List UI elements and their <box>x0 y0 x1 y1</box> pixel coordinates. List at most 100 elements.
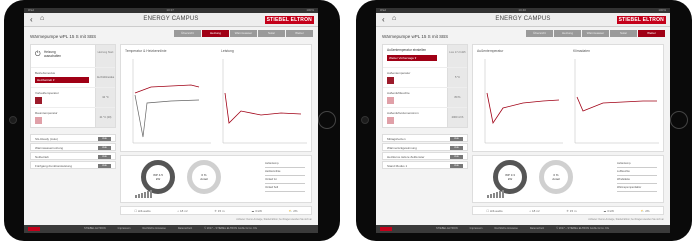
legend-item: Luftfeuchte <box>617 168 657 176</box>
tab-bar: Übersicht Heizung Warmwasser Solar Wette… <box>174 30 313 37</box>
power-line <box>224 92 302 124</box>
mode-row: Betriebsmodus Heizbetrieb ▾ AH Kühlmodus <box>31 67 115 87</box>
audio-item[interactable]: ☐ Hifi-audio <box>134 209 150 213</box>
tab-hot-water[interactable]: Warmwasser <box>582 30 609 37</box>
weather-chart <box>484 59 659 144</box>
footer-link[interactable]: Rechtliche Hinweise <box>494 225 517 233</box>
icon-bar: ☐ Hifi-audio ⌂ 18 m² ✈ 15 m ☁ 3 kW ⛅ 2% <box>472 206 664 215</box>
heatpump-gauge: WP 4.5 kW <box>141 160 175 194</box>
brand-logo: STIEBEL ELTRON <box>264 16 314 24</box>
room-temp-label: Raumtemperatur <box>35 111 58 115</box>
flow-temp-label: Vorlauftemperatur <box>35 91 59 95</box>
room-temp-swatch[interactable] <box>35 117 42 124</box>
footer-brand[interactable]: STIEBEL ELTRON <box>84 225 106 233</box>
tab-weather[interactable]: Wetter <box>286 30 313 37</box>
footer-link[interactable]: Datenschutz <box>530 225 544 233</box>
share-gauge: 0 % Anteil <box>539 160 573 194</box>
mode-dropdown[interactable]: Heizbetrieb ▾ <box>35 77 89 83</box>
footer-link[interactable]: Rechtliche Hinweise <box>142 225 165 233</box>
legend-item: Außentemp. <box>617 160 657 168</box>
mini-bars <box>135 190 152 198</box>
distance-item[interactable]: ✈ 15 m <box>214 209 224 213</box>
screen: iPad 10:40 100% ‹ ⌂ ENERGY CAMPUS STIEBE… <box>376 8 670 233</box>
legend-item: Heizkennlinie <box>265 168 305 176</box>
toggle-label: SG-Ready (Auto) <box>35 137 59 141</box>
home-button[interactable] <box>670 111 688 129</box>
forecast-dropdown[interactable]: Wetter Vorhersage ▾ <box>387 55 437 61</box>
heating-side-status: Heizung Start <box>95 45 115 67</box>
toggle-list: SG-Ready (Auto) Aus Warmwassernutzung Aus … <box>30 134 116 169</box>
footer-link[interactable]: Datenschutz <box>178 225 192 233</box>
gauge-unit: Anteil <box>552 177 560 181</box>
tab-solar[interactable]: Solar <box>610 30 637 37</box>
toggle-button[interactable]: Aus <box>98 163 111 168</box>
outdoor-temp-swatch[interactable] <box>387 77 394 84</box>
icon-bar: ☐ Hifi-audio ⌂ 18 m² ✈ 15 m ☁ 3 kW ⛅ 2% <box>120 206 312 215</box>
power-item[interactable]: ☁ 3 kW <box>251 209 262 213</box>
tablet-right: iPad 10:40 100% ‹ ⌂ ENERGY CAMPUS STIEBE… <box>356 0 692 241</box>
tab-weather[interactable]: Wetter <box>638 30 665 37</box>
tab-bar: Übersicht Heizung Warmwasser Solar Wette… <box>526 30 665 37</box>
mode-value: AH Kühlmodus <box>95 68 115 87</box>
toggle-button[interactable]: Aus <box>450 154 463 159</box>
toggle-row: Stand Modus 1 Aus <box>382 161 468 169</box>
toggle-row: Heizkurve tiefere Zeitfenster Aus <box>382 152 468 160</box>
temperature-chart <box>132 59 307 144</box>
tab-solar[interactable]: Solar <box>258 30 285 37</box>
mini-bars <box>487 190 504 198</box>
legend-item: Vorlauf Soll <box>265 184 305 192</box>
footer-link[interactable]: Impressum <box>470 225 483 233</box>
audio-item[interactable]: ☐ Hifi-audio <box>486 209 502 213</box>
airflow-swatch[interactable] <box>387 117 394 124</box>
area-item[interactable]: ⌂ 18 m² <box>529 209 539 213</box>
power-item[interactable]: ☁ 3 kW <box>603 209 614 213</box>
toggle-label: Warmwassernutzung <box>35 146 64 150</box>
share-gauge: 0 % Anteil <box>187 160 221 194</box>
flow-temp-row: Vorlauftemperatur 34 °C <box>31 87 115 107</box>
toggle-button[interactable]: Aus <box>450 145 463 150</box>
toggle-button[interactable]: Aus <box>450 136 463 141</box>
toggle-button[interactable]: Aus <box>450 163 463 168</box>
tab-overview[interactable]: Übersicht <box>526 30 553 37</box>
top-nav: ‹ ⌂ ENERGY CAMPUS STIEBEL ELTRON <box>24 13 318 27</box>
humidity-swatch[interactable] <box>387 97 394 104</box>
toggle-row: Wärmerückgewinnung Aus <box>382 143 468 151</box>
curve-line <box>134 94 200 138</box>
weather-item[interactable]: ⛅ 2% <box>289 209 298 213</box>
tab-overview[interactable]: Übersicht <box>174 30 201 37</box>
footer-link[interactable]: Impressum <box>118 225 131 233</box>
weather-side-status: Live 17.2 kWh <box>447 45 467 67</box>
legend: Außentemp. Luftfeuchte Windstärke Wärmep… <box>617 160 657 192</box>
mode-label: Betriebsmodus <box>35 71 56 75</box>
footer: STIEBEL ELTRON Impressum Rechtliche Hinw… <box>376 225 670 233</box>
toggle-button[interactable]: Aus <box>98 145 111 150</box>
heatpump-gauge: WP 3.3 kW <box>493 160 527 194</box>
weather-label: Außentemperatur einstellen <box>387 48 427 52</box>
tab-heating[interactable]: Heizung <box>202 30 229 37</box>
climate-line <box>576 96 657 112</box>
distance-item[interactable]: ✈ 15 m <box>566 209 576 213</box>
footer-brand[interactable]: STIEBEL ELTRON <box>436 225 458 233</box>
gauge-panel: WP 3.3 kW 0 % Anteil Außentemp. Luftfeucht… <box>472 155 664 203</box>
screen: iPad 10:37 100% ‹ ⌂ ENERGY CAMPUS STIEBE… <box>24 8 318 233</box>
weather-card: Außentemperatur einstellen Wetter Vorher… <box>383 45 467 67</box>
tab-hot-water[interactable]: Warmwasser <box>230 30 257 37</box>
area-item[interactable]: ⌂ 18 m² <box>177 209 187 213</box>
outdoor-temp-label: Außentemperatur <box>387 71 411 75</box>
power-icon[interactable]: ⏻ <box>35 51 41 59</box>
legend: Außentemp. Heizkennlinie Vorlauf Ist Vor… <box>265 160 305 192</box>
tab-heating[interactable]: Heizung <box>554 30 581 37</box>
weather-item[interactable]: ⛅ 2% <box>641 209 650 213</box>
control-column: ⏻ Heizung ausschalten Heizung Start Betri… <box>30 44 116 170</box>
toggle-row: Mittagsheizen Aus <box>382 134 468 142</box>
home-button[interactable] <box>318 111 336 129</box>
footnote: Anbieter: Demo-Anzeige, Stiebel Eltron; … <box>236 218 312 221</box>
toggle-label: Wärmerückgewinnung <box>387 146 417 150</box>
outdoor-temp-row: Außentemperatur 5 °C <box>383 67 467 87</box>
legend-item: Windstärke <box>617 176 657 184</box>
toggle-button[interactable]: Aus <box>98 136 111 141</box>
toggle-button[interactable]: Aus <box>98 154 111 159</box>
toggle-row: Fünfgang-Funktionsleistung Aus <box>30 161 116 169</box>
camera <box>361 116 369 124</box>
flow-temp-swatch[interactable] <box>35 97 42 104</box>
